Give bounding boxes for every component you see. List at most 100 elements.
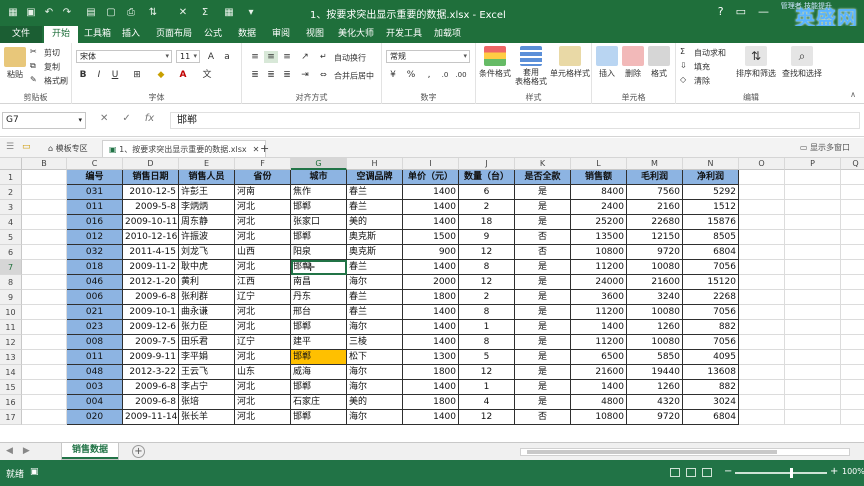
- table-cell[interactable]: 12: [459, 365, 515, 380]
- table-cell[interactable]: 2011-4-15: [123, 245, 179, 260]
- table-cell[interactable]: 2009-10-11: [123, 215, 179, 230]
- column-header-m[interactable]: M: [627, 158, 683, 170]
- empty-cell[interactable]: [739, 395, 785, 410]
- table-cell[interactable]: 2009-6-8: [123, 290, 179, 305]
- tab-toolbox[interactable]: 工具箱: [76, 26, 119, 43]
- table-cell[interactable]: 许振波: [179, 230, 235, 245]
- page-break-view-icon[interactable]: [702, 468, 712, 477]
- table-cell[interactable]: 1400: [571, 380, 627, 395]
- table-cell[interactable]: 邯郸: [291, 260, 347, 275]
- empty-cell[interactable]: [785, 320, 841, 335]
- workbook-tab-template[interactable]: ⌂ 模板专区: [42, 140, 94, 157]
- column-header-g[interactable]: G: [291, 158, 347, 170]
- table-cell[interactable]: 1260: [627, 320, 683, 335]
- table-cell[interactable]: 011: [67, 350, 123, 365]
- empty-cell[interactable]: [841, 410, 864, 425]
- table-cell[interactable]: 河北: [235, 380, 291, 395]
- font-size-select[interactable]: 11 ▾: [176, 50, 200, 63]
- row-header-16[interactable]: 16: [0, 395, 22, 410]
- empty-cell[interactable]: [22, 230, 67, 245]
- conditional-format-button[interactable]: 条件格式: [478, 46, 512, 79]
- menu-icon[interactable]: ☰: [6, 142, 14, 152]
- table-cell[interactable]: 河北: [235, 410, 291, 425]
- table-cell[interactable]: 4: [459, 395, 515, 410]
- table-cell[interactable]: 1400: [403, 380, 459, 395]
- tab-beautify[interactable]: 美化大师: [330, 26, 382, 43]
- empty-cell[interactable]: [739, 305, 785, 320]
- table-cell[interactable]: 8: [459, 335, 515, 350]
- copy-button[interactable]: ⧉ 复制: [30, 61, 60, 73]
- row-header-11[interactable]: 11: [0, 320, 22, 335]
- row-header-3[interactable]: 3: [0, 200, 22, 215]
- table-cell[interactable]: 张利群: [179, 290, 235, 305]
- empty-cell[interactable]: [785, 215, 841, 230]
- table-cell[interactable]: 春兰: [347, 185, 403, 200]
- format-as-table-button[interactable]: 套用 表格格式: [514, 46, 548, 86]
- table-cell[interactable]: 4320: [627, 395, 683, 410]
- row-header-15[interactable]: 15: [0, 380, 22, 395]
- table-cell[interactable]: 1800: [403, 395, 459, 410]
- table-cell[interactable]: 7056: [683, 335, 739, 350]
- table-cell[interactable]: 031: [67, 185, 123, 200]
- table-header-cell[interactable]: 是否全款: [515, 170, 571, 185]
- table-cell[interactable]: 900: [403, 245, 459, 260]
- table-cell[interactable]: 1400: [403, 335, 459, 350]
- format-painter-button[interactable]: ✎ 格式刷: [30, 75, 68, 87]
- orientation-icon[interactable]: ↗: [298, 51, 312, 63]
- table-cell[interactable]: 5: [459, 350, 515, 365]
- table-header-cell[interactable]: 单价（元）: [403, 170, 459, 185]
- clear-button[interactable]: ◇ 清除: [680, 75, 710, 87]
- table-cell[interactable]: 张家口: [291, 215, 347, 230]
- table-cell[interactable]: 10080: [627, 260, 683, 275]
- table-cell[interactable]: 9: [459, 230, 515, 245]
- table-cell[interactable]: 11200: [571, 305, 627, 320]
- tab-view[interactable]: 视图: [298, 26, 332, 43]
- table-cell[interactable]: 1400: [403, 260, 459, 275]
- table-cell[interactable]: 048: [67, 365, 123, 380]
- bold-icon[interactable]: B: [76, 69, 90, 81]
- table-cell[interactable]: 许彭王: [179, 185, 235, 200]
- table-cell[interactable]: 建平: [291, 335, 347, 350]
- row-header-1[interactable]: 1: [0, 170, 22, 185]
- table-cell[interactable]: 4800: [571, 395, 627, 410]
- table-cell[interactable]: 张力臣: [179, 320, 235, 335]
- cancel-icon[interactable]: ✕: [100, 113, 108, 124]
- table-cell[interactable]: 9720: [627, 410, 683, 425]
- table-cell[interactable]: 丹东: [291, 290, 347, 305]
- empty-cell[interactable]: [739, 320, 785, 335]
- table-cell[interactable]: 海尔: [347, 275, 403, 290]
- table-cell[interactable]: 2012-1-20: [123, 275, 179, 290]
- table-cell[interactable]: 阳泉: [291, 245, 347, 260]
- table-cell[interactable]: 7056: [683, 305, 739, 320]
- row-header-14[interactable]: 14: [0, 365, 22, 380]
- empty-cell[interactable]: [22, 215, 67, 230]
- table-cell[interactable]: 河北: [235, 305, 291, 320]
- paste-button[interactable]: 粘贴: [4, 47, 26, 80]
- table-cell[interactable]: 2268: [683, 290, 739, 305]
- empty-cell[interactable]: [22, 320, 67, 335]
- empty-cell[interactable]: [785, 395, 841, 410]
- table-cell[interactable]: 12: [459, 245, 515, 260]
- fill-color-icon[interactable]: ◆: [154, 69, 168, 81]
- table-cell[interactable]: 是: [515, 395, 571, 410]
- table-cell[interactable]: 1400: [403, 410, 459, 425]
- row-header-6[interactable]: 6: [0, 245, 22, 260]
- table-icon[interactable]: ▦: [222, 6, 236, 20]
- tab-data[interactable]: 数据: [230, 26, 264, 43]
- border-icon[interactable]: ⊞: [130, 69, 144, 81]
- empty-cell[interactable]: [841, 215, 864, 230]
- delete-cells-button[interactable]: 删除: [622, 46, 644, 79]
- table-header-cell[interactable]: 销售人员: [179, 170, 235, 185]
- column-header-o[interactable]: O: [739, 158, 785, 170]
- table-cell[interactable]: 美的: [347, 395, 403, 410]
- empty-cell[interactable]: [785, 275, 841, 290]
- table-cell[interactable]: 1400: [403, 185, 459, 200]
- phonetic-icon[interactable]: 文: [200, 69, 214, 81]
- empty-cell[interactable]: [22, 350, 67, 365]
- number-format-select[interactable]: 常规 ▾: [386, 50, 470, 63]
- table-cell[interactable]: 是: [515, 290, 571, 305]
- column-header-j[interactable]: J: [459, 158, 515, 170]
- grow-font-icon[interactable]: A: [204, 51, 218, 63]
- empty-cell[interactable]: [785, 260, 841, 275]
- table-cell[interactable]: 13500: [571, 230, 627, 245]
